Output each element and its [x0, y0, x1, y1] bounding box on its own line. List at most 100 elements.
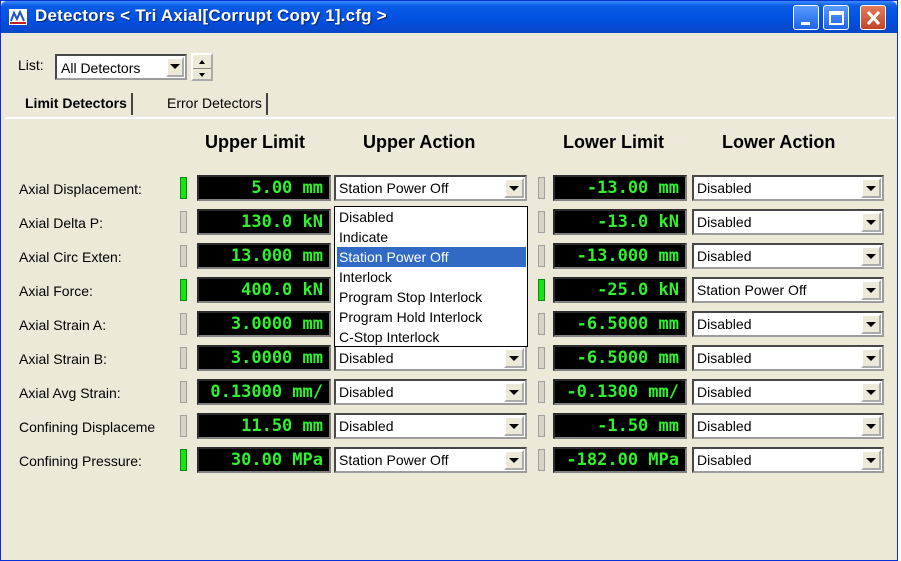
- dropdown-option[interactable]: Indicate: [337, 227, 526, 247]
- lower-action-arrow[interactable]: [861, 450, 881, 470]
- dropdown-option[interactable]: Program Hold Interlock: [337, 307, 526, 327]
- upper-indicator: [180, 415, 187, 437]
- list-spinner[interactable]: [191, 53, 213, 81]
- lower-action-select[interactable]: Disabled: [692, 379, 884, 405]
- spin-up-icon: [199, 60, 205, 64]
- lower-limit-display[interactable]: -6.5000 mm: [553, 345, 687, 371]
- lower-limit-display[interactable]: -13.0 kN: [553, 209, 687, 235]
- lower-limit-display[interactable]: -13.00 mm: [553, 175, 687, 201]
- upper-action-arrow[interactable]: [504, 178, 524, 198]
- upper-limit-display[interactable]: 0.13000 mm/: [197, 379, 331, 405]
- upper-action-select[interactable]: Disabled: [334, 413, 527, 439]
- lower-indicator: [538, 279, 545, 301]
- chevron-down-icon: [866, 288, 876, 293]
- upper-action-select[interactable]: Station Power Off: [334, 447, 527, 473]
- lower-action-arrow[interactable]: [861, 212, 881, 232]
- row-label: Axial Delta P:: [19, 215, 104, 231]
- chevron-down-icon: [866, 356, 876, 361]
- lower-limit-display[interactable]: -6.5000 mm: [553, 311, 687, 337]
- lower-action-arrow[interactable]: [861, 280, 881, 300]
- upper-action-dropdown-list[interactable]: Disabled Indicate Station Power Off Inte…: [334, 206, 528, 347]
- lower-action-value: Disabled: [697, 350, 752, 366]
- tab-limit-detectors[interactable]: Limit Detectors: [21, 93, 133, 115]
- tab-error-detectors[interactable]: Error Detectors: [163, 93, 268, 115]
- upper-indicator: [180, 211, 187, 233]
- lower-limit-display[interactable]: -25.0 kN: [553, 277, 687, 303]
- dropdown-option[interactable]: C-Stop Interlock: [337, 327, 526, 347]
- upper-action-arrow[interactable]: [504, 416, 524, 436]
- upper-limit-display[interactable]: 130.0 kN: [197, 209, 331, 235]
- upper-action-arrow[interactable]: [504, 348, 524, 368]
- spin-down-button[interactable]: [193, 68, 211, 80]
- lower-indicator: [538, 415, 545, 437]
- lower-action-arrow[interactable]: [861, 382, 881, 402]
- upper-indicator: [180, 245, 187, 267]
- detectors-app-icon: [9, 9, 27, 25]
- chevron-down-icon: [866, 390, 876, 395]
- lower-action-select[interactable]: Station Power Off: [692, 277, 884, 303]
- chevron-down-icon: [509, 424, 519, 429]
- lower-limit-display[interactable]: -1.50 mm: [553, 413, 687, 439]
- lower-action-arrow[interactable]: [861, 178, 881, 198]
- upper-action-header: Upper Action: [363, 132, 476, 152]
- lower-action-value: Disabled: [697, 452, 752, 468]
- upper-action-arrow[interactable]: [504, 382, 524, 402]
- lower-action-select[interactable]: Disabled: [692, 345, 884, 371]
- maximize-button[interactable]: [823, 5, 849, 30]
- lower-indicator: [538, 449, 545, 471]
- row-label: Confining Pressure:: [19, 453, 142, 469]
- chevron-down-icon: [866, 186, 876, 191]
- upper-action-select[interactable]: Station Power Off: [334, 175, 527, 201]
- upper-action-arrow[interactable]: [504, 450, 524, 470]
- lower-limit-display[interactable]: -182.00 MPa: [553, 447, 687, 473]
- lower-action-select[interactable]: Disabled: [692, 209, 884, 235]
- row-label: Axial Displacement:: [19, 181, 142, 197]
- upper-indicator: [180, 449, 187, 471]
- title-bar[interactable]: Detectors < Tri Axial[Corrupt Copy 1].cf…: [1, 1, 897, 33]
- chevron-down-icon: [509, 390, 519, 395]
- dropdown-option[interactable]: Disabled: [337, 207, 526, 227]
- dropdown-option[interactable]: Interlock: [337, 267, 526, 287]
- upper-limit-display[interactable]: 11.50 mm: [197, 413, 331, 439]
- row-label: Axial Strain A:: [19, 317, 107, 333]
- lower-action-select[interactable]: Disabled: [692, 243, 884, 269]
- list-select-arrow[interactable]: [166, 57, 184, 77]
- upper-limit-display[interactable]: 13.000 mm: [197, 243, 331, 269]
- upper-action-value: Disabled: [339, 384, 394, 400]
- chevron-down-icon: [866, 424, 876, 429]
- chevron-down-icon: [170, 64, 180, 69]
- chevron-down-icon: [509, 186, 519, 191]
- lower-action-select[interactable]: Disabled: [692, 447, 884, 473]
- upper-limit-display[interactable]: 5.00 mm: [197, 175, 331, 201]
- minimize-icon: [801, 22, 810, 25]
- lower-action-select[interactable]: Disabled: [692, 311, 884, 337]
- upper-action-value: Disabled: [339, 418, 394, 434]
- lower-action-select[interactable]: Disabled: [692, 413, 884, 439]
- lower-indicator: [538, 347, 545, 369]
- close-button[interactable]: [860, 5, 886, 30]
- lower-limit-display[interactable]: -0.1300 mm/: [553, 379, 687, 405]
- lower-action-select[interactable]: Disabled: [692, 175, 884, 201]
- list-select[interactable]: All Detectors: [55, 54, 187, 80]
- dropdown-option[interactable]: Program Stop Interlock: [337, 287, 526, 307]
- upper-limit-header: Upper Limit: [205, 132, 306, 152]
- spin-up-button[interactable]: [193, 55, 211, 67]
- lower-action-arrow[interactable]: [861, 416, 881, 436]
- lower-action-arrow[interactable]: [861, 246, 881, 266]
- upper-limit-display[interactable]: 3.0000 mm: [197, 345, 331, 371]
- lower-action-arrow[interactable]: [861, 314, 881, 334]
- upper-limit-display[interactable]: 30.00 MPa: [197, 447, 331, 473]
- lower-action-arrow[interactable]: [861, 348, 881, 368]
- upper-action-select[interactable]: Disabled: [334, 379, 527, 405]
- minimize-button[interactable]: [793, 5, 819, 30]
- upper-limit-display[interactable]: 3.0000 mm: [197, 311, 331, 337]
- upper-limit-display[interactable]: 400.0 kN: [197, 277, 331, 303]
- lower-action-value: Disabled: [697, 180, 752, 196]
- dropdown-option-selected[interactable]: Station Power Off: [337, 247, 526, 267]
- upper-indicator: [180, 313, 187, 335]
- detectors-window: Detectors < Tri Axial[Corrupt Copy 1].cf…: [0, 0, 898, 561]
- upper-action-value: Station Power Off: [339, 452, 449, 468]
- upper-action-select[interactable]: Disabled: [334, 345, 527, 371]
- lower-limit-display[interactable]: -13.000 mm: [553, 243, 687, 269]
- lower-action-value: Disabled: [697, 248, 752, 264]
